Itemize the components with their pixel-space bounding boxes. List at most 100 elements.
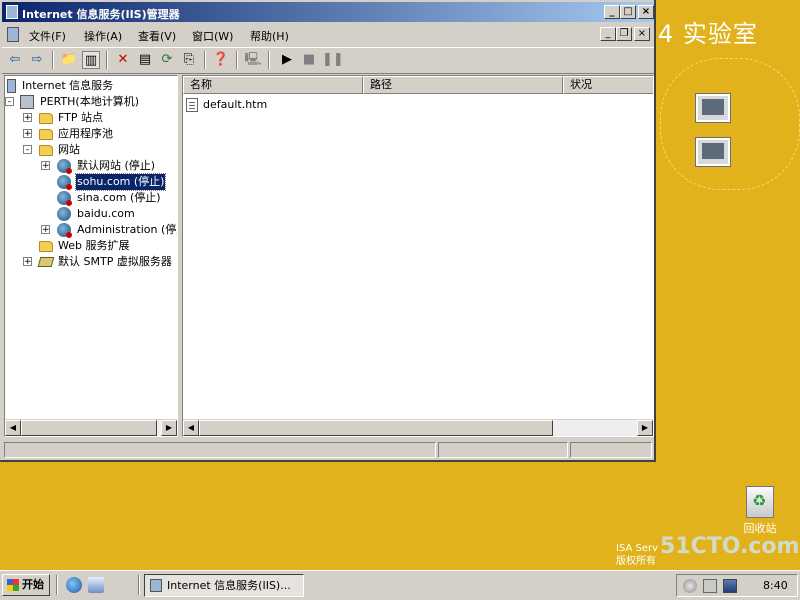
tree-node-label: 网站 xyxy=(58,143,80,156)
scroll-left-button[interactable]: ◀ xyxy=(183,420,199,436)
taskbar-item-label: Internet 信息服务(IIS)... xyxy=(167,579,291,592)
status-bar xyxy=(2,440,654,460)
menu-help[interactable]: 帮助(H) xyxy=(250,28,289,44)
title-bar[interactable]: Internet 信息服务(IIS)管理器 _ □ × xyxy=(2,2,654,22)
isa-line-2: 版权所有 xyxy=(616,556,656,567)
menu-window[interactable]: 窗口(W) xyxy=(192,28,233,44)
menu-view[interactable]: 查看(V) xyxy=(138,28,176,44)
start-button[interactable]: 开始 xyxy=(2,574,50,596)
tree-node-label: sohu.com (停止) xyxy=(74,173,167,191)
close-button[interactable]: × xyxy=(638,5,654,19)
help-icon[interactable]: ❓ xyxy=(212,51,230,69)
iis-app-icon xyxy=(6,5,18,19)
maximize-button[interactable]: □ xyxy=(620,5,636,19)
taskbar-separator xyxy=(56,575,58,595)
iis-root-icon xyxy=(7,79,16,93)
scroll-thumb[interactable] xyxy=(21,420,157,436)
toolbar-separator xyxy=(236,51,238,69)
recycle-bin-icon xyxy=(746,486,774,518)
mmc-doc-icon[interactable] xyxy=(7,27,19,42)
website-icon xyxy=(57,223,72,238)
monitor-tray-icon[interactable] xyxy=(723,579,737,593)
toolbar-separator xyxy=(268,51,270,69)
list-horizontal-scrollbar[interactable]: ◀ ▶ xyxy=(183,419,653,436)
stop-icon[interactable]: ■ xyxy=(300,51,318,69)
tree-node-label: 默认网站 (停止) xyxy=(77,159,156,172)
expand-toggle[interactable]: + xyxy=(41,225,50,235)
mdi-close-button[interactable]: × xyxy=(634,27,650,41)
refresh-icon[interactable]: ⟳ xyxy=(158,51,176,69)
folder-icon xyxy=(39,129,53,140)
tree-horizontal-scrollbar[interactable]: ◀ ▶ xyxy=(5,419,177,436)
document-icon xyxy=(186,98,198,112)
expand-toggle[interactable]: + xyxy=(41,161,50,171)
back-icon[interactable]: ⇦ xyxy=(6,51,24,69)
folder-icon xyxy=(39,241,53,252)
quick-launch-icon[interactable] xyxy=(88,577,104,593)
collapse-toggle[interactable]: - xyxy=(23,145,32,155)
isa-wallpaper-text: ISA Serv 版权所有 xyxy=(616,542,800,568)
toolbar: ⇦ ⇨ 📁 ▥ ✕ ▤ ⟳ ⎘ ❓ 🖳 ▶ ■ ❚❚ xyxy=(2,47,654,74)
taskbar-item-iis-manager[interactable]: Internet 信息服务(IIS)... xyxy=(144,574,304,597)
scroll-right-button[interactable]: ▶ xyxy=(161,420,177,436)
tree-node-label: Administration (停止 xyxy=(77,223,178,236)
properties-icon[interactable]: ▤ xyxy=(136,51,154,69)
tree-node-label: baidu.com xyxy=(77,207,135,220)
network-tray-icon[interactable] xyxy=(683,579,697,593)
isa-line-1: ISA Serv xyxy=(616,543,659,554)
stopped-badge-icon xyxy=(66,168,72,174)
volume-tray-icon[interactable] xyxy=(703,579,717,593)
website-icon xyxy=(57,207,71,221)
smtp-icon xyxy=(37,257,55,267)
internet-explorer-icon[interactable] xyxy=(66,577,82,593)
website-icon xyxy=(57,159,72,174)
collapse-toggle[interactable]: - xyxy=(5,97,14,107)
details-pane[interactable]: 名称 路径 状况 default.htm ◀ ▶ xyxy=(182,75,654,437)
scroll-thumb[interactable] xyxy=(199,420,553,436)
expand-toggle[interactable]: + xyxy=(23,257,32,267)
tree-node-label: PERTH(本地计算机) xyxy=(40,95,139,108)
toolbar-separator xyxy=(52,51,54,69)
menu-action[interactable]: 操作(A) xyxy=(84,28,122,44)
tree-node-label: FTP 站点 xyxy=(58,111,103,124)
connect-icon[interactable]: 🖳 xyxy=(244,51,262,69)
file-name: default.htm xyxy=(203,98,268,111)
desktop-banner-text: 4 实验室 xyxy=(658,20,758,48)
taskbar-clock[interactable]: 8:40 xyxy=(763,575,788,596)
mdi-minimize-button[interactable]: _ xyxy=(600,27,616,41)
column-header-path[interactable]: 路径 xyxy=(363,76,563,94)
computer-icon xyxy=(696,138,730,166)
mdi-restore-button[interactable]: ❐ xyxy=(616,27,632,41)
scroll-left-button[interactable]: ◀ xyxy=(5,420,21,436)
computer-icon xyxy=(20,95,34,109)
export-icon[interactable]: ⎘ xyxy=(180,51,198,69)
window-title: Internet 信息服务(IIS)管理器 xyxy=(22,8,180,21)
menu-bar: 文件(F) 操作(A) 查看(V) 窗口(W) 帮助(H) _ ❐ × xyxy=(2,24,654,46)
column-header-status[interactable]: 状况 xyxy=(563,76,653,94)
tree-node-label: sina.com (停止) xyxy=(77,191,161,204)
forward-icon[interactable]: ⇨ xyxy=(28,51,46,69)
taskbar-separator xyxy=(138,575,140,595)
network-diagram-cloud xyxy=(660,58,800,190)
tree-pane[interactable]: Internet 信息服务 - PERTH(本地计算机) + FTP 站点 + … xyxy=(4,75,178,437)
minimize-button[interactable]: _ xyxy=(604,5,620,19)
toolbar-separator xyxy=(106,51,108,69)
tree-node-label: Internet 信息服务 xyxy=(22,79,114,92)
expand-toggle[interactable]: + xyxy=(23,113,32,123)
website-icon xyxy=(57,191,72,206)
website-icon xyxy=(57,175,72,190)
system-tray: 8:40 xyxy=(676,574,798,597)
stopped-badge-icon xyxy=(66,184,72,190)
pause-icon[interactable]: ❚❚ xyxy=(322,51,344,69)
menu-file[interactable]: 文件(F) xyxy=(29,28,66,44)
delete-icon[interactable]: ✕ xyxy=(114,51,132,69)
tree-node-label: 应用程序池 xyxy=(58,127,113,140)
up-folder-icon[interactable]: 📁 xyxy=(60,51,78,69)
show-tree-icon[interactable]: ▥ xyxy=(82,51,100,69)
start-icon[interactable]: ▶ xyxy=(278,51,296,69)
recycle-bin[interactable]: 回收站 xyxy=(740,486,780,536)
start-label: 开始 xyxy=(22,578,44,591)
column-header-name[interactable]: 名称 xyxy=(183,76,363,94)
expand-toggle[interactable]: + xyxy=(23,129,32,139)
scroll-right-button[interactable]: ▶ xyxy=(637,420,653,436)
